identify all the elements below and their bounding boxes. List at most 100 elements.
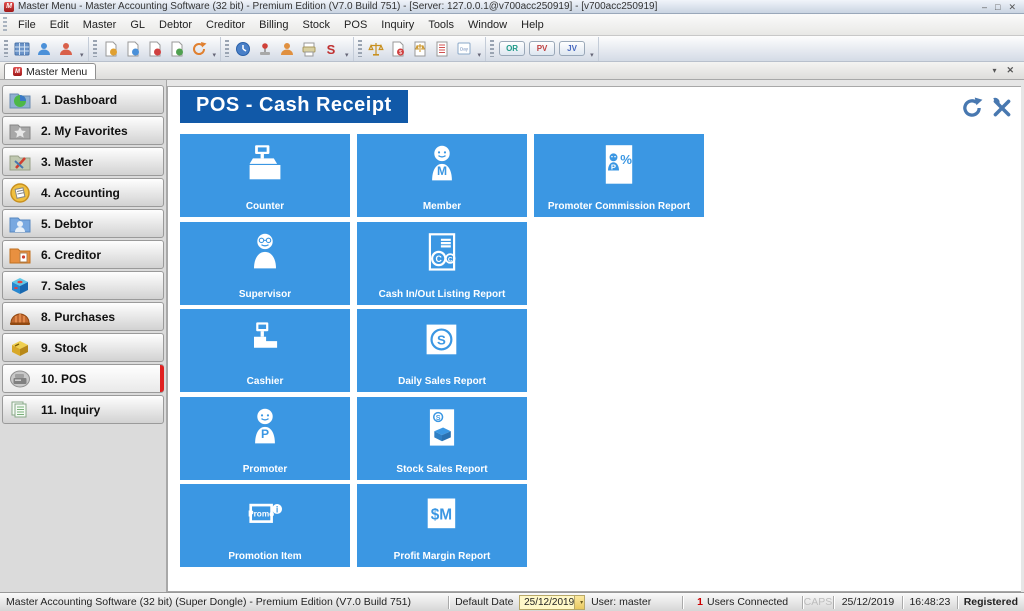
toolbar-overflow-icon[interactable]: ▾ (587, 51, 597, 59)
refresh-icon[interactable] (188, 38, 210, 60)
tile-daily-sales-report[interactable]: S Daily Sales Report (357, 309, 527, 392)
tile-promoter-commission-report[interactable]: P% Promoter Commission Report (534, 134, 704, 217)
license-status: Registered (958, 593, 1024, 611)
minimize-icon[interactable]: – (982, 2, 987, 12)
menu-window[interactable]: Window (461, 16, 514, 34)
caps-lock-indicator: CAPS (803, 593, 833, 611)
member-blue-icon[interactable] (33, 38, 55, 60)
tile-cashier[interactable]: Cashier (180, 309, 350, 392)
toolbar-grip[interactable] (358, 40, 362, 57)
app-logo-icon: M (4, 2, 14, 12)
svg-text:S: S (436, 413, 441, 421)
menu-tools[interactable]: Tools (421, 16, 461, 34)
maximize-icon[interactable]: □ (995, 2, 1000, 12)
purchases-basket-icon (8, 307, 32, 327)
tile-label: Promoter (180, 464, 350, 475)
doc-dollar-icon[interactable]: $ (387, 38, 409, 60)
toolbar-overflow-icon[interactable]: ▾ (210, 51, 220, 59)
toolbar-grip[interactable] (225, 40, 229, 57)
sales-s-icon[interactable]: S (320, 38, 342, 60)
printer-icon[interactable] (298, 38, 320, 60)
tile-profit-margin-report[interactable]: $M Profit Margin Report (357, 484, 527, 567)
sidebar-item-master[interactable]: 3. Master (2, 147, 164, 176)
menu-edit[interactable]: Edit (43, 16, 76, 34)
or-voucher-button[interactable]: OR (499, 41, 525, 56)
close-icon[interactable]: ✕ (1008, 2, 1016, 12)
menu-help[interactable]: Help (514, 16, 551, 34)
sidebar-item-pos[interactable]: 10. POS (2, 364, 164, 393)
stock-box-icon (8, 338, 32, 358)
svg-text:$: $ (399, 50, 402, 56)
menu-creditor[interactable]: Creditor (199, 16, 252, 34)
default-date-value: 25/12/2019 (520, 597, 574, 608)
supervisor-red-icon[interactable] (55, 38, 77, 60)
menu-inquiry[interactable]: Inquiry (374, 16, 421, 34)
joystick-icon[interactable] (254, 38, 276, 60)
daily-sales-report-icon: S (420, 318, 464, 362)
tile-counter[interactable]: Counter (180, 134, 350, 217)
accounting-calculator-icon (8, 183, 32, 203)
scales-gold-icon[interactable] (365, 38, 387, 60)
tab-label: Master Menu (26, 66, 87, 78)
doc-yellow-icon[interactable] (100, 38, 122, 60)
sidebar-item-inquiry[interactable]: 11. Inquiry (2, 395, 164, 424)
menu-pos[interactable]: POS (337, 16, 374, 34)
sidebar-item-accounting[interactable]: 4. Accounting (2, 178, 164, 207)
tab-close-icon[interactable]: ✕ (1006, 65, 1014, 76)
toolbar-grip[interactable] (93, 40, 97, 57)
scales-icon[interactable] (409, 38, 431, 60)
toolbar-grip[interactable] (4, 40, 8, 57)
status-app-info: Master Accounting Software (32 bit) (Sup… (0, 593, 448, 611)
sidebar-item-sales[interactable]: 7. Sales (2, 271, 164, 300)
tab-master-menu[interactable]: M Master Menu (4, 63, 96, 79)
sidebar-item-creditor[interactable]: 6. Creditor (2, 240, 164, 269)
tile-promoter[interactable]: P Promoter (180, 397, 350, 480)
toolbar-overflow-icon[interactable]: ▾ (77, 51, 87, 59)
menu-file[interactable]: File (11, 16, 43, 34)
doc-green-icon[interactable] (166, 38, 188, 60)
tab-list-dropdown-icon[interactable]: ▾ (992, 66, 996, 75)
users-connected-count: 1 (697, 596, 703, 608)
day-end-icon[interactable]: Day (453, 38, 475, 60)
clock-globe-icon[interactable] (232, 38, 254, 60)
refresh-icon[interactable] (961, 97, 983, 124)
person-orange-icon[interactable] (276, 38, 298, 60)
content-panel: POS - Cash Receipt Counter M Member P% P… (167, 86, 1021, 592)
tile-label: Cashier (180, 376, 350, 387)
tile-supervisor[interactable]: Supervisor (180, 222, 350, 305)
table-grid-icon[interactable] (11, 38, 33, 60)
toolbar-grip[interactable] (490, 40, 494, 57)
menu-gl[interactable]: GL (123, 16, 152, 34)
toolbar-overflow-icon[interactable]: ▾ (475, 51, 485, 59)
sidebar-item-purchases[interactable]: 8. Purchases (2, 302, 164, 331)
toolbar-overflow-icon[interactable]: ▾ (342, 51, 352, 59)
sidebar-item-my-favorites[interactable]: 2. My Favorites (2, 116, 164, 145)
doc-blue-icon[interactable] (122, 38, 144, 60)
menu-stock[interactable]: Stock (296, 16, 338, 34)
toolbar-group-master: ▾ (0, 37, 89, 61)
sidebar-item-label: 5. Debtor (41, 217, 93, 231)
tools-icon[interactable] (991, 97, 1013, 124)
default-date-input[interactable]: 25/12/2019 ▾ (519, 595, 585, 610)
menu-billing[interactable]: Billing (252, 16, 295, 34)
tile-member[interactable]: M Member (357, 134, 527, 217)
sidebar-item-debtor[interactable]: 5. Debtor (2, 209, 164, 238)
pv-voucher-button[interactable]: PV (529, 41, 555, 56)
jv-voucher-button[interactable]: JV (559, 41, 585, 56)
sidebar-item-dashboard[interactable]: 1. Dashboard (2, 85, 164, 114)
tile-cash-in-out-listing-report[interactable]: CC Cash In/Out Listing Report (357, 222, 527, 305)
tile-label: Stock Sales Report (357, 464, 527, 475)
tile-promotion-item[interactable]: Promoi Promotion Item (180, 484, 350, 567)
status-users-connected: 1 Users Connected (683, 593, 802, 611)
sidebar-item-stock[interactable]: 9. Stock (2, 333, 164, 362)
date-dropdown-icon[interactable]: ▾ (574, 596, 584, 609)
promotion-item-icon: Promoi (243, 493, 287, 537)
window-title: Master Menu - Master Accounting Software… (18, 1, 982, 12)
doc-red-icon[interactable] (144, 38, 166, 60)
menu-master[interactable]: Master (76, 16, 124, 34)
menu-debtor[interactable]: Debtor (152, 16, 199, 34)
page-title: POS - Cash Receipt (180, 90, 408, 123)
tile-stock-sales-report[interactable]: S Stock Sales Report (357, 397, 527, 480)
menubar-grip[interactable] (3, 17, 7, 33)
invoice-lines-icon[interactable] (431, 38, 453, 60)
